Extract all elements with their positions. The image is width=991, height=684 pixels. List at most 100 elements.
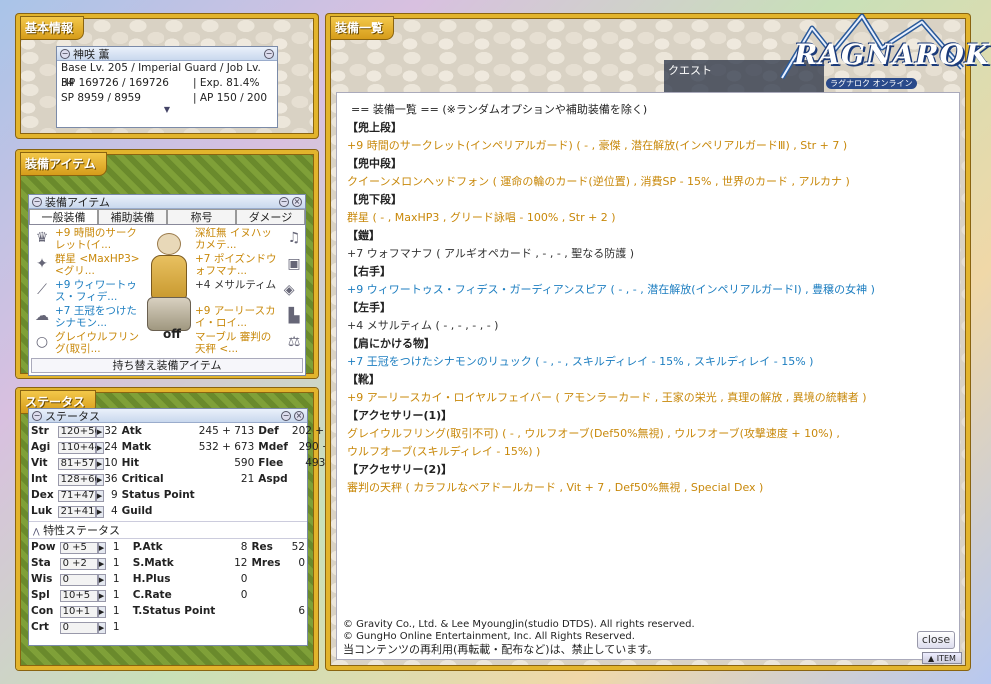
- equip-section-header: 【肩にかける物】: [347, 337, 435, 350]
- slot-text: +9 時間のサークレット(イ...: [55, 227, 137, 251]
- expand-icon: ⋀: [33, 527, 40, 536]
- equip-section-header: 【アクセサリー(1)】: [347, 409, 453, 422]
- stat-row-vit: Vit81+57▶10Hit590Flee493 + 7: [29, 455, 349, 471]
- stat-label-2: [249, 603, 287, 619]
- slot-left-hand[interactable]: +4 メサルティム ◈: [195, 279, 305, 305]
- stat-points: 4: [110, 504, 118, 517]
- stat-points: 36: [104, 472, 118, 485]
- tab-auxiliary[interactable]: 補助装備: [98, 209, 167, 224]
- slot-head-top[interactable]: ♛ +9 時間のサークレット(イ...: [31, 227, 141, 253]
- close-icon[interactable]: ×: [294, 410, 304, 421]
- tab-damage[interactable]: ダメージ: [236, 209, 305, 224]
- stat-value-cell: 0 ▶ 1: [58, 619, 131, 635]
- slot-accessory-2[interactable]: マーブル 審判の天秤 <... ⚖: [195, 331, 305, 357]
- status-titlebar[interactable]: − ステータス − ×: [29, 409, 307, 423]
- basic-info-panel: 基本情報 − 神咲 薫 − Base Lv. 205 / Imperial Gu…: [16, 14, 318, 138]
- stat-increase-icon[interactable]: ▶: [95, 441, 104, 454]
- ragnarok-logo: RAGNAROK ラグナロク オンライン: [772, 8, 989, 98]
- stat-row-con: Con 10+1 ▶ 1 T.Status Point 6: [29, 603, 307, 619]
- reuse-notice: 当コンテンツの再利用(再転載・配布など)は、禁止しています。: [343, 643, 659, 656]
- slot-text: +4 メサルティム: [195, 279, 277, 291]
- stat-points: 1: [112, 620, 120, 633]
- equip-items-titlebar[interactable]: − 装備アイテム − ×: [29, 195, 305, 209]
- stat-increase-icon[interactable]: ▶: [95, 473, 104, 486]
- minimize-icon[interactable]: −: [264, 48, 274, 59]
- slot-head-low[interactable]: ✦ 群星 <MaxHP3> <グリ...: [31, 253, 141, 279]
- stat-increase-icon[interactable]: ▶: [97, 557, 106, 570]
- slot-right-hand[interactable]: ⟋ +9 ウィワートゥス・フィデ...: [31, 279, 141, 305]
- slot-garment[interactable]: ☁ +7 王冠をつけたシナモン...: [31, 305, 141, 331]
- base-stats-table: Str 120+56▶ 32 Atk 245 + 713 Def 202 + 681 Agi 1…: [29, 423, 349, 519]
- stat-label-1: Hit: [121, 457, 140, 469]
- stat-increase-icon[interactable]: ▶: [97, 621, 106, 634]
- stat-row-pow: Pow 0 +5 ▶ 1 P.Atk 8 Res 52: [29, 539, 307, 555]
- stat-row-crt: Crt 0 ▶ 1: [29, 619, 307, 635]
- stat-value-1: [197, 503, 257, 519]
- stat-label-2: [249, 587, 287, 603]
- status-window: − ステータス − × Str 120+56▶ 32 Atk 245 + 713 Def 2…: [28, 408, 347, 646]
- stat-value-cell: 71+47 ▶ 9: [56, 487, 120, 503]
- expand-down-icon[interactable]: ▼: [57, 106, 277, 114]
- close-button[interactable]: close: [917, 631, 955, 649]
- stat-increase-icon[interactable]: ▶: [97, 589, 106, 602]
- stat-value-1: 0: [240, 573, 248, 585]
- collapse-icon[interactable]: −: [32, 410, 42, 421]
- equip-slots-left: ♛ +9 時間のサークレット(イ... ✦ 群星 <MaxHP3> <グリ... ⟋…: [31, 227, 141, 357]
- stat-increase-icon[interactable]: ▶: [97, 541, 106, 554]
- stat-name: Pow: [31, 541, 56, 553]
- copyright-gungho: © GungHo Online Entertainment, Inc. All …: [343, 631, 635, 642]
- headphone-icon: ♫: [287, 230, 301, 246]
- level-line: Base Lv. 205 / Imperial Guard / Job Lv. …: [57, 61, 277, 89]
- stat-points: 1: [112, 540, 120, 553]
- equip-entry: ウルフオーブ(スキルディレイ - 15%) ): [347, 445, 541, 458]
- slot-shoes[interactable]: +9 アーリースカイ・ロイ... ▙: [195, 305, 305, 331]
- stat-value-1: 245 + 713: [198, 425, 255, 437]
- stat-value-1: [230, 603, 250, 619]
- stat-value: 0: [59, 621, 98, 634]
- equip-section-header: 【アクセサリー(2)】: [347, 463, 453, 476]
- trait-status-header[interactable]: ⋀ 特性ステータス: [29, 521, 307, 539]
- stat-name: Int: [31, 473, 48, 485]
- slot-head-mid[interactable]: 深紅無 イヌハッカメテ... ♫: [195, 227, 305, 253]
- stat-label-1: [131, 619, 230, 635]
- equip-tabs: 一般装備 補助装備 称号 ダメージ: [29, 209, 305, 225]
- basic-info-titlebar[interactable]: − 神咲 薫 −: [57, 47, 277, 61]
- collapse-icon[interactable]: −: [32, 196, 42, 207]
- item-button[interactable]: ▲ ITEM: [922, 652, 962, 664]
- stat-increase-icon[interactable]: ▶: [97, 573, 106, 586]
- stat-increase-icon[interactable]: ▶: [95, 489, 104, 502]
- minimize-icon[interactable]: −: [279, 196, 289, 207]
- stat-increase-icon[interactable]: ▶: [95, 505, 104, 518]
- circlet-icon: ♛: [35, 230, 49, 246]
- tab-title[interactable]: 称号: [167, 209, 236, 224]
- slot-text: +7 ポイズンドウォフマナ...: [195, 253, 277, 277]
- stat-points: 1: [112, 556, 120, 569]
- stat-increase-icon[interactable]: ▶: [95, 457, 104, 470]
- equip-entry: +9 ウィワートゥス・フィデス・ガーディアンスピア ( - , - , 潜在解放…: [347, 283, 875, 296]
- tab-general[interactable]: 一般装備: [29, 209, 98, 224]
- equip-list-tab: 装備一覧: [330, 16, 395, 40]
- equip-entry: クイーンメロンヘッドフォン ( 運命の輪のカード(逆位置) , 消費SP - 1…: [347, 175, 850, 188]
- stat-value-cell: 110+44▶ 24: [56, 439, 120, 455]
- collapse-icon[interactable]: −: [60, 48, 70, 59]
- stat-row-dex: Dex71+47▶9Status Point66: [29, 487, 349, 503]
- equip-section-header: 【靴】: [347, 373, 380, 386]
- slot-text: グレイウルフリング(取引...: [55, 331, 139, 355]
- stat-increase-icon[interactable]: ▶: [95, 425, 104, 438]
- slot-armor[interactable]: +7 ポイズンドウォフマナ... ▣: [195, 253, 305, 279]
- stat-name: Luk: [31, 505, 53, 517]
- backpack-icon: ☁: [35, 308, 49, 324]
- stat-name: Con: [31, 605, 54, 617]
- slot-accessory-1[interactable]: ○ グレイウルフリング(取引...: [31, 331, 141, 357]
- stat-points: 24: [104, 440, 118, 453]
- stat-increase-icon[interactable]: ▶: [97, 605, 106, 618]
- stat-value-cell: 120+56▶ 32: [56, 423, 120, 439]
- basic-info-window: − 神咲 薫 − Base Lv. 205 / Imperial Guard /…: [56, 46, 278, 128]
- swap-equipment-button[interactable]: 持ち替え装備アイテム: [31, 358, 303, 373]
- close-icon[interactable]: ×: [292, 196, 302, 207]
- minimize-icon[interactable]: −: [281, 410, 291, 421]
- status-panel: ステータス − ステータス − × Str 120+56▶ 32 Atk 245 + 7…: [16, 388, 347, 670]
- equip-section-header: 【左手】: [347, 301, 391, 314]
- stat-row-luk: Luk 21+41 ▶ 4 Guild: [29, 503, 349, 519]
- spear-icon: ⟋: [37, 282, 47, 298]
